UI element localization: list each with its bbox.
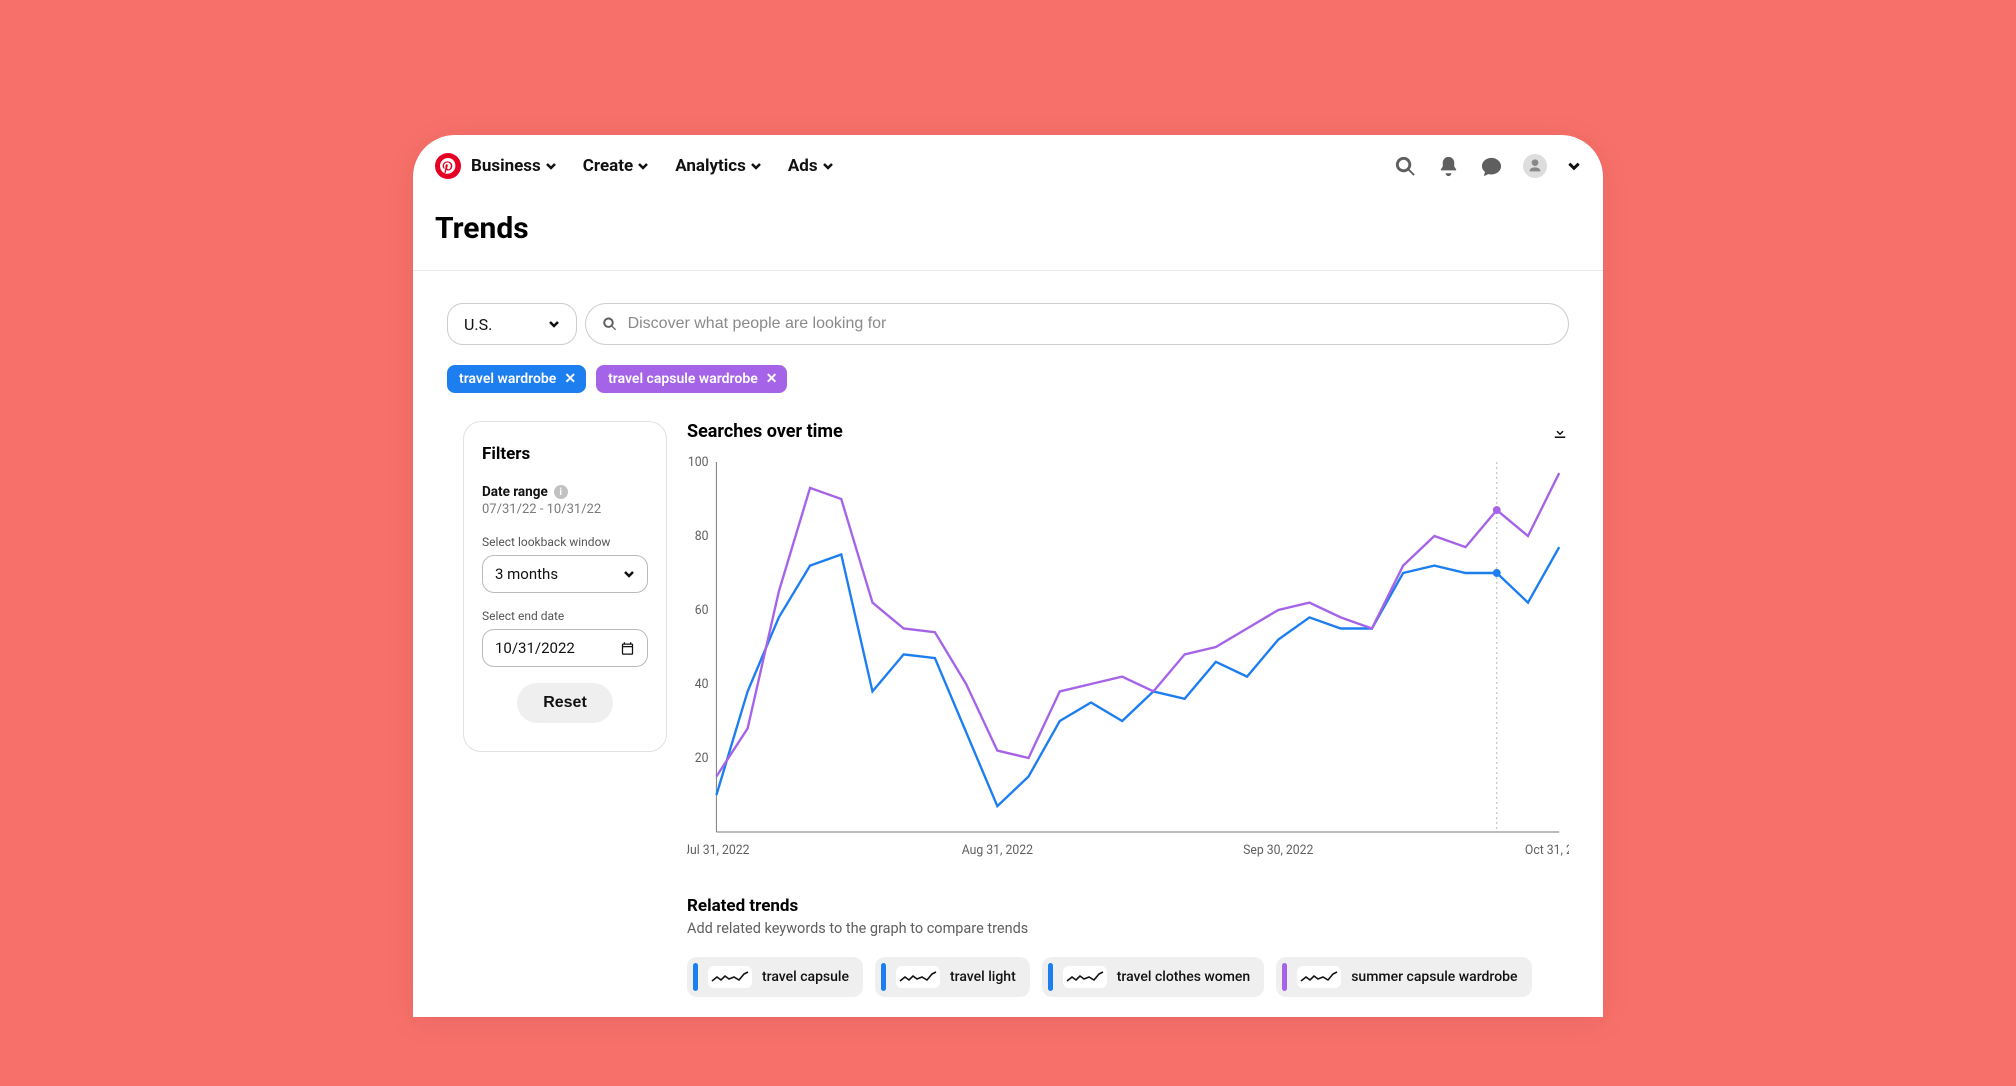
- related-title: Related trends: [687, 896, 1569, 916]
- related-chip-label: travel capsule: [762, 969, 849, 985]
- chip-label: travel capsule wardrobe: [608, 371, 758, 387]
- color-bar: [1048, 963, 1053, 991]
- keyword-chip[interactable]: travel wardrobe ✕: [447, 365, 586, 393]
- chevron-down-icon: [750, 160, 762, 172]
- svg-text:40: 40: [695, 678, 709, 692]
- search-input[interactable]: [628, 315, 1552, 333]
- svg-text:Sep 30, 2022: Sep 30, 2022: [1243, 844, 1313, 858]
- nav-business-label: Business: [471, 156, 541, 176]
- chart-title: Searches over time: [687, 421, 843, 442]
- chart-header: Searches over time: [687, 421, 1569, 442]
- lookback-label: Select lookback window: [482, 535, 648, 549]
- lookback-value: 3 months: [495, 565, 558, 583]
- calendar-icon: [620, 641, 635, 656]
- topbar-right: [1394, 154, 1581, 178]
- chip-label: travel wardrobe: [459, 371, 556, 387]
- nav-business[interactable]: Business: [471, 156, 557, 176]
- nav-analytics[interactable]: Analytics: [675, 156, 762, 176]
- svg-text:20: 20: [695, 752, 709, 766]
- related-chip[interactable]: summer capsule wardrobe: [1276, 957, 1531, 997]
- related-chip[interactable]: travel light: [875, 957, 1030, 997]
- related-chip[interactable]: travel capsule: [687, 957, 863, 997]
- chat-icon[interactable]: [1480, 155, 1503, 178]
- svg-text:Aug 31, 2022: Aug 31, 2022: [962, 844, 1033, 858]
- reset-button[interactable]: Reset: [517, 683, 613, 723]
- sparkline-icon: [1063, 966, 1107, 988]
- search-icon: [602, 316, 618, 332]
- nav-create[interactable]: Create: [583, 156, 649, 176]
- svg-text:Jul 31, 2022: Jul 31, 2022: [687, 844, 750, 858]
- main-content: Filters Date range i 07/31/22 - 10/31/22…: [413, 393, 1603, 1017]
- active-keyword-chips: travel wardrobe ✕ travel capsule wardrob…: [413, 355, 1603, 393]
- svg-text:60: 60: [695, 604, 709, 618]
- color-bar: [881, 963, 886, 991]
- sparkline-icon: [708, 966, 752, 988]
- related-chip-label: travel clothes women: [1117, 969, 1250, 985]
- date-range-label: Date range i: [482, 484, 648, 500]
- related-subtitle: Add related keywords to the graph to com…: [687, 920, 1569, 937]
- keyword-chip[interactable]: travel capsule wardrobe ✕: [596, 365, 787, 393]
- page-title: Trends: [413, 191, 1603, 270]
- nav-analytics-label: Analytics: [675, 156, 746, 176]
- related-chip-label: summer capsule wardrobe: [1351, 969, 1517, 985]
- related-chip[interactable]: travel clothes women: [1042, 957, 1264, 997]
- svg-text:100: 100: [688, 456, 709, 470]
- search-row: U.S.: [413, 271, 1603, 355]
- chevron-down-icon: [545, 160, 557, 172]
- end-date-label: Select end date: [482, 609, 648, 623]
- end-date-input[interactable]: 10/31/2022: [482, 629, 648, 667]
- date-range-value: 07/31/22 - 10/31/22: [482, 502, 648, 517]
- sparkline-icon: [1297, 966, 1341, 988]
- region-value: U.S.: [464, 315, 492, 334]
- close-icon[interactable]: ✕: [766, 371, 778, 387]
- info-icon[interactable]: i: [554, 485, 568, 499]
- nav-create-label: Create: [583, 156, 633, 176]
- svg-text:80: 80: [695, 530, 709, 544]
- svg-text:Oct 31, 2022: Oct 31, 2022: [1525, 844, 1569, 858]
- top-nav: Business Create Analytics Ads: [413, 135, 1603, 191]
- avatar[interactable]: [1523, 154, 1547, 178]
- lookback-select[interactable]: 3 months: [482, 555, 648, 593]
- chevron-down-icon: [623, 568, 635, 580]
- search-field[interactable]: [585, 303, 1569, 345]
- pinterest-logo-icon[interactable]: [435, 153, 461, 179]
- bell-icon[interactable]: [1437, 155, 1460, 178]
- chart-area: Searches over time 20 40 60 80 100 Jul 31, 20…: [687, 421, 1569, 997]
- filters-card: Filters Date range i 07/31/22 - 10/31/22…: [463, 421, 667, 752]
- region-select[interactable]: U.S.: [447, 303, 577, 345]
- related-chip-row: travel capsule travel light travel cloth…: [687, 957, 1569, 997]
- chevron-down-icon: [637, 160, 649, 172]
- close-icon[interactable]: ✕: [564, 371, 576, 387]
- chevron-down-icon[interactable]: [1567, 159, 1581, 173]
- sparkline-icon: [896, 966, 940, 988]
- color-bar: [693, 963, 698, 991]
- color-bar: [1282, 963, 1287, 991]
- download-icon[interactable]: [1551, 423, 1569, 441]
- line-chart: 20 40 60 80 100 Jul 31, 2022 Aug 31, 2022 Sep 3…: [687, 452, 1569, 872]
- nav-ads[interactable]: Ads: [788, 156, 834, 176]
- related-chip-label: travel light: [950, 969, 1016, 985]
- chevron-down-icon: [822, 160, 834, 172]
- nav-ads-label: Ads: [788, 156, 818, 176]
- filters-title: Filters: [482, 444, 648, 464]
- related-trends: Related trends Add related keywords to t…: [687, 896, 1569, 997]
- chevron-down-icon: [548, 318, 560, 330]
- end-date-value: 10/31/2022: [495, 639, 575, 657]
- search-icon[interactable]: [1394, 155, 1417, 178]
- app-window: Business Create Analytics Ads Trends: [413, 135, 1603, 1017]
